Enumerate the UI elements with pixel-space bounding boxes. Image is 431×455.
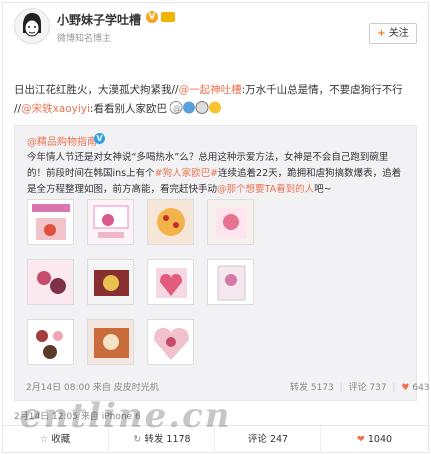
verified-icon: V [146,11,158,23]
quoted-post[interactable]: @精品购物指南 V 今年情人节还是对女神说“多喝热水”么？总用这种示爱方法，女神… [14,125,417,401]
post-text: 日出江花红胜火，大漠孤犬拘紧我//@一起神吐槽:万水千山总是情，不要虐狗行不行 … [14,81,414,119]
user-description: 微博知名博主 [57,34,112,44]
post-text-segment: :看看别人家欧巴 [89,103,167,115]
avatar[interactable] [14,8,50,44]
plus-icon: + [377,28,386,39]
member-crown-icon [161,12,175,22]
quoted-author[interactable]: @精品购物指南 [27,133,97,148]
image-thumbnail[interactable] [27,199,74,245]
hashtag-link[interactable]: #狗人家欧巴# [155,168,218,179]
thumbs-up-icon: ❤ [356,434,365,445]
verified-icon: V [94,133,105,144]
username[interactable]: 小野妹子学吐槽 [57,11,141,28]
mention-link[interactable]: @那个想要TA看到的人 [217,184,314,195]
mention-link[interactable]: @一起神吐槽 [179,84,242,96]
watermark: entline.cn [20,396,232,436]
svg-text:@: @ [173,104,181,113]
image-thumbnail[interactable] [147,199,194,245]
quoted-stats: 转发 5173 | 评论 737 | ♥ 643 [290,383,430,393]
quoted-comment[interactable]: 评论 737 [349,383,387,393]
quoted-text-segment: 吧~ [314,184,332,195]
like-button[interactable]: ❤ 1040 [320,426,428,453]
like-icon[interactable]: ♥ [401,383,409,393]
image-thumbnail[interactable] [87,319,134,365]
image-thumbnail[interactable] [27,319,74,365]
image-thumbnail[interactable] [207,199,254,245]
image-thumbnail[interactable] [207,259,254,305]
comment-label: 评论 247 [247,434,289,445]
image-thumbnail[interactable] [147,319,194,365]
mention-link[interactable]: @宋轶xaoyiyi [21,103,90,115]
follow-label: 关注 [388,28,409,39]
post-text-segment: 日出江花红胜火，大漠孤犬拘紧我// [14,84,179,96]
image-thumbnail[interactable] [147,259,194,305]
quoted-like[interactable]: 643 [412,383,429,393]
quoted-text: 今年情人节还是对女神说“多喝热水”么？总用这种示爱方法，女神是不会自己跑到碗里的… [27,150,407,198]
image-thumbnail[interactable] [87,259,134,305]
avatar-image [15,9,49,43]
quoted-repost[interactable]: 转发 5173 [290,383,334,393]
emoji-icons: @ [167,101,222,115]
image-thumbnail[interactable] [87,199,134,245]
image-thumbnail[interactable] [27,259,74,305]
follow-button[interactable]: + 关注 [369,23,417,44]
quoted-meta: 2月14日 08:00 来自 皮皮时光机 [26,383,159,393]
like-label: 1040 [367,434,393,445]
